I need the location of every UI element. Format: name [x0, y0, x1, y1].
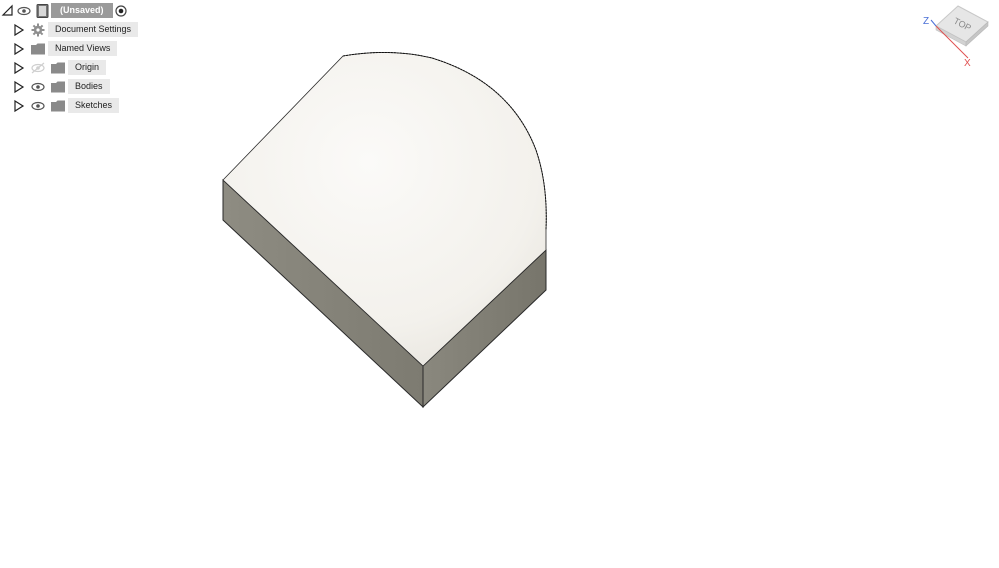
expand-triangle-icon[interactable] — [12, 42, 26, 56]
collapse-triangle-icon[interactable] — [1, 4, 15, 18]
x-axis-label: X — [964, 58, 971, 69]
viewcube[interactable]: TOP Z X — [920, 2, 995, 70]
activate-radio-icon[interactable] — [115, 5, 127, 17]
expand-triangle-icon[interactable] — [12, 23, 26, 37]
eye-icon[interactable] — [30, 80, 46, 94]
browser-item-label[interactable]: Bodies — [68, 79, 110, 94]
expand-triangle-icon[interactable] — [12, 99, 26, 113]
document-name-label[interactable]: (Unsaved) — [51, 3, 113, 18]
z-axis-label: Z — [923, 16, 929, 27]
document-icon — [36, 4, 49, 18]
folder-icon — [31, 43, 45, 55]
expand-triangle-icon[interactable] — [12, 80, 26, 94]
browser-item-label[interactable]: Named Views — [48, 41, 118, 56]
eye-icon[interactable] — [30, 99, 46, 113]
folder-icon — [51, 100, 65, 112]
z-axis-line — [930, 19, 937, 27]
canvas-viewport[interactable]: (Unsaved) Document Settings Named Views … — [0, 0, 999, 568]
expand-triangle-icon[interactable] — [12, 61, 26, 75]
gear-icon — [31, 23, 45, 37]
browser-item-label[interactable]: Origin — [68, 60, 107, 75]
model-body[interactable] — [0, 0, 999, 568]
eye-hidden-icon[interactable] — [30, 61, 46, 75]
folder-icon — [51, 62, 65, 74]
browser-item-label[interactable]: Sketches — [68, 98, 120, 113]
browser-item-label[interactable]: Document Settings — [48, 22, 139, 37]
folder-icon — [51, 81, 65, 93]
eye-icon[interactable] — [16, 4, 32, 18]
